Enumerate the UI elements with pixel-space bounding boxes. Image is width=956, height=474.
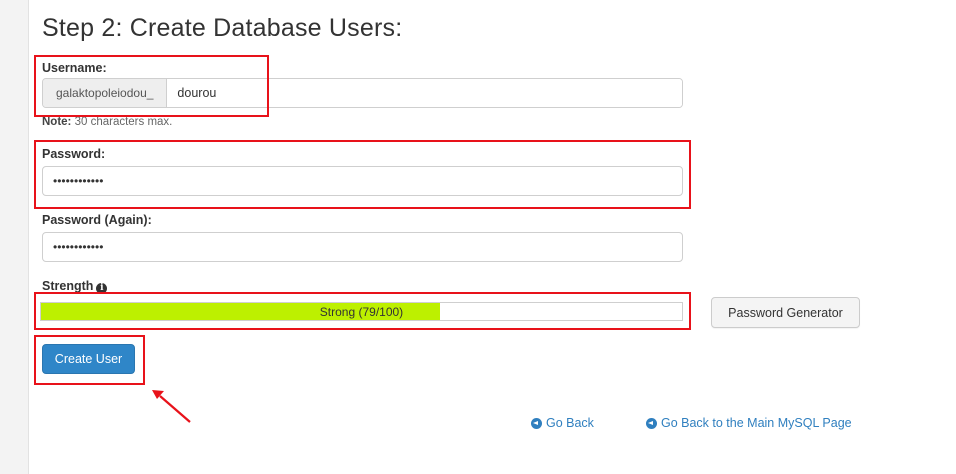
circle-arrow-left-icon (646, 417, 657, 429)
info-circle-icon[interactable]: i (96, 283, 108, 294)
password-strength-meter: Strong (79/100) (40, 302, 683, 321)
username-input-group: galaktopoleiodou_ (42, 78, 683, 108)
left-sidebar-rail (0, 0, 29, 474)
go-back-main-mysql-link[interactable]: Go Back to the Main MySQL Page (646, 416, 852, 430)
password-input[interactable] (42, 166, 683, 196)
go-back-link[interactable]: Go Back (531, 416, 594, 430)
password-again-label: Password (Again): (42, 213, 152, 227)
note-label: Note: (42, 116, 72, 128)
password-generator-button[interactable]: Password Generator (711, 297, 860, 328)
username-note: Note: 30 characters max. (42, 116, 172, 128)
username-prefix: galaktopoleiodou_ (43, 79, 168, 107)
strength-meter-text: Strong (79/100) (319, 304, 404, 319)
circle-arrow-left-icon (531, 417, 542, 429)
create-user-button[interactable]: Create User (42, 344, 135, 374)
strength-label-row: Strength i (42, 279, 108, 294)
strength-label: Strength (42, 279, 94, 293)
red-arrow-icon (152, 390, 191, 423)
username-input[interactable] (167, 79, 682, 107)
page-title: Step 2: Create Database Users: (42, 14, 403, 42)
go-back-label: Go Back (546, 416, 594, 430)
username-label: Username: (42, 61, 107, 75)
go-back-main-label: Go Back to the Main MySQL Page (661, 416, 852, 430)
note-text: 30 characters max. (71, 116, 173, 128)
password-again-input[interactable] (42, 232, 683, 262)
password-label: Password: (42, 147, 106, 161)
